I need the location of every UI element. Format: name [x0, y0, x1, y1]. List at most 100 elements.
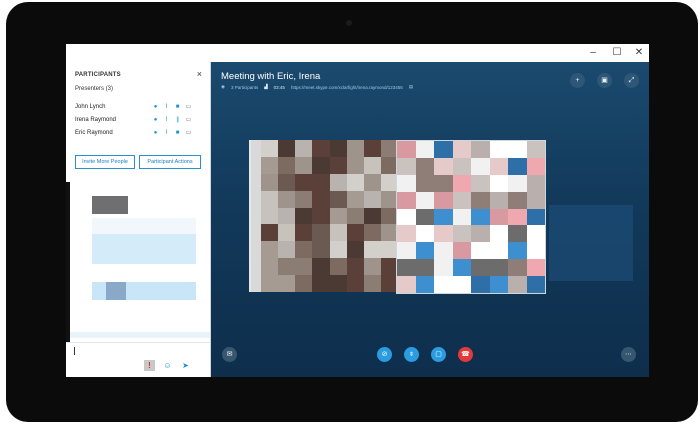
video-pixel: [397, 157, 416, 175]
video-pixel: [363, 224, 381, 242]
video-pixel: [489, 191, 508, 209]
video-pixel: [346, 140, 364, 157]
video-pixel: [434, 174, 453, 192]
pause-icon[interactable]: ∥: [174, 117, 181, 123]
screen-share-button[interactable]: ▢: [431, 347, 446, 362]
video-pixel: [415, 174, 434, 192]
video-pixel: [312, 275, 330, 292]
participants-icon: ◉: [221, 84, 225, 89]
video-pixel: [434, 157, 453, 175]
participant-name: Eric Raymond: [75, 130, 113, 136]
copy-link-icon[interactable]: ▤: [409, 84, 413, 90]
video-pixel: [278, 241, 296, 259]
chat-icon[interactable]: ●: [152, 104, 159, 110]
panel-close-button[interactable]: ×: [197, 69, 202, 79]
video-pixel: [508, 208, 527, 226]
mic-icon[interactable]: ⌇: [163, 130, 170, 136]
video-pixel: [415, 276, 434, 293]
send-icon[interactable]: ➤: [180, 360, 191, 371]
video-pixel: [489, 259, 508, 277]
video-pixel: [471, 174, 490, 192]
chat-toggle-button[interactable]: ✉: [222, 347, 237, 362]
mic-toggle-button[interactable]: ⌽: [404, 347, 419, 362]
video-pixel: [434, 208, 453, 226]
video-pixel: [397, 141, 416, 158]
chat-history: [66, 182, 210, 354]
meeting-link[interactable]: https://meet.skype.com/xclarfight/irena.…: [291, 85, 403, 90]
video-pixel: [508, 191, 527, 209]
invite-more-people-button[interactable]: Invite More People: [75, 155, 135, 169]
meeting-info: ◉ 3 Participants ▟ 03:45 https://meet.sk…: [221, 84, 413, 90]
video-pixel: [329, 258, 347, 276]
video-pixel: [278, 190, 296, 208]
video-pixel: [471, 157, 490, 175]
video-pixel: [295, 156, 313, 174]
chat-icon[interactable]: ●: [152, 130, 159, 136]
minimize-button[interactable]: –: [586, 46, 600, 60]
mic-muted-icon[interactable]: ⌇: [163, 117, 170, 123]
video-pixel: [346, 224, 364, 242]
participant-video-tile[interactable]: [396, 140, 546, 294]
video-pixel: [295, 258, 313, 276]
mic-muted-icon[interactable]: ⌇: [163, 104, 170, 110]
chat-compose-area[interactable]: ! ☺ ➤: [66, 342, 210, 377]
video-pixel: [363, 140, 381, 157]
more-options-button[interactable]: ⋯: [621, 347, 636, 362]
participant-row[interactable]: Irena Raymond: [75, 117, 116, 123]
add-person-button[interactable]: +: [570, 73, 585, 88]
video-pixel: [452, 208, 471, 226]
video-pixel: [278, 275, 296, 292]
video-pixel: [278, 224, 296, 242]
video-pixel: [471, 259, 490, 277]
participant-row[interactable]: John Lynch: [75, 104, 105, 110]
video-icon[interactable]: ■: [174, 130, 181, 136]
video-pixel: [526, 174, 545, 192]
video-pixel: [508, 276, 527, 293]
participants-count[interactable]: 3 Participants: [231, 85, 258, 90]
screen-share-icon[interactable]: ▭: [185, 117, 192, 123]
emoji-icon[interactable]: ☺: [162, 360, 173, 371]
video-pixel: [471, 225, 490, 243]
fullscreen-button[interactable]: ⤢: [624, 73, 639, 88]
video-pixel: [261, 241, 279, 259]
maximize-button[interactable]: ☐: [610, 46, 624, 60]
participant-video-tile[interactable]: [249, 140, 398, 292]
meeting-title: Meeting with Eric, Irena: [221, 71, 321, 82]
layout-button[interactable]: ▣: [597, 73, 612, 88]
video-pixel: [346, 258, 364, 276]
video-icon[interactable]: ■: [174, 104, 181, 110]
video-pixel: [346, 173, 364, 191]
video-pixel: [452, 225, 471, 243]
important-icon[interactable]: !: [144, 360, 155, 371]
video-pixel: [415, 208, 434, 226]
participant-row[interactable]: Eric Raymond: [75, 130, 113, 136]
video-pixel: [452, 157, 471, 175]
video-pixel: [508, 225, 527, 243]
video-pixel: [312, 258, 330, 276]
video-pixel: [434, 141, 453, 158]
video-pixel: [312, 173, 330, 191]
video-pixel: [278, 207, 296, 225]
participant-actions-button[interactable]: Participant Actions: [139, 155, 201, 169]
video-pixel: [489, 276, 508, 293]
video-pixel: [295, 173, 313, 191]
video-pixel: [397, 242, 416, 260]
video-toggle-button[interactable]: ⊘: [377, 347, 392, 362]
video-pixel: [295, 140, 313, 157]
close-window-button[interactable]: ✕: [632, 46, 646, 60]
participant-controls: ● ⌇ ■ ▭: [152, 104, 192, 110]
video-pixel: [452, 276, 471, 293]
microphone-icon: ⌽: [409, 351, 414, 358]
video-pixel: [346, 275, 364, 292]
video-pixel: [415, 141, 434, 158]
hang-up-button[interactable]: ☎: [458, 347, 473, 362]
chat-icon[interactable]: ●: [152, 117, 159, 123]
screen-share-icon[interactable]: ▭: [185, 104, 192, 110]
chat-scroll-track[interactable]: [66, 182, 70, 354]
video-pixel: [489, 208, 508, 226]
video-pixel: [471, 208, 490, 226]
participant-controls: ● ⌇ ∥ ▭: [152, 117, 192, 123]
video-pixel: [329, 224, 347, 242]
video-pixel: [363, 190, 381, 208]
screen-share-icon[interactable]: ▭: [185, 130, 192, 136]
